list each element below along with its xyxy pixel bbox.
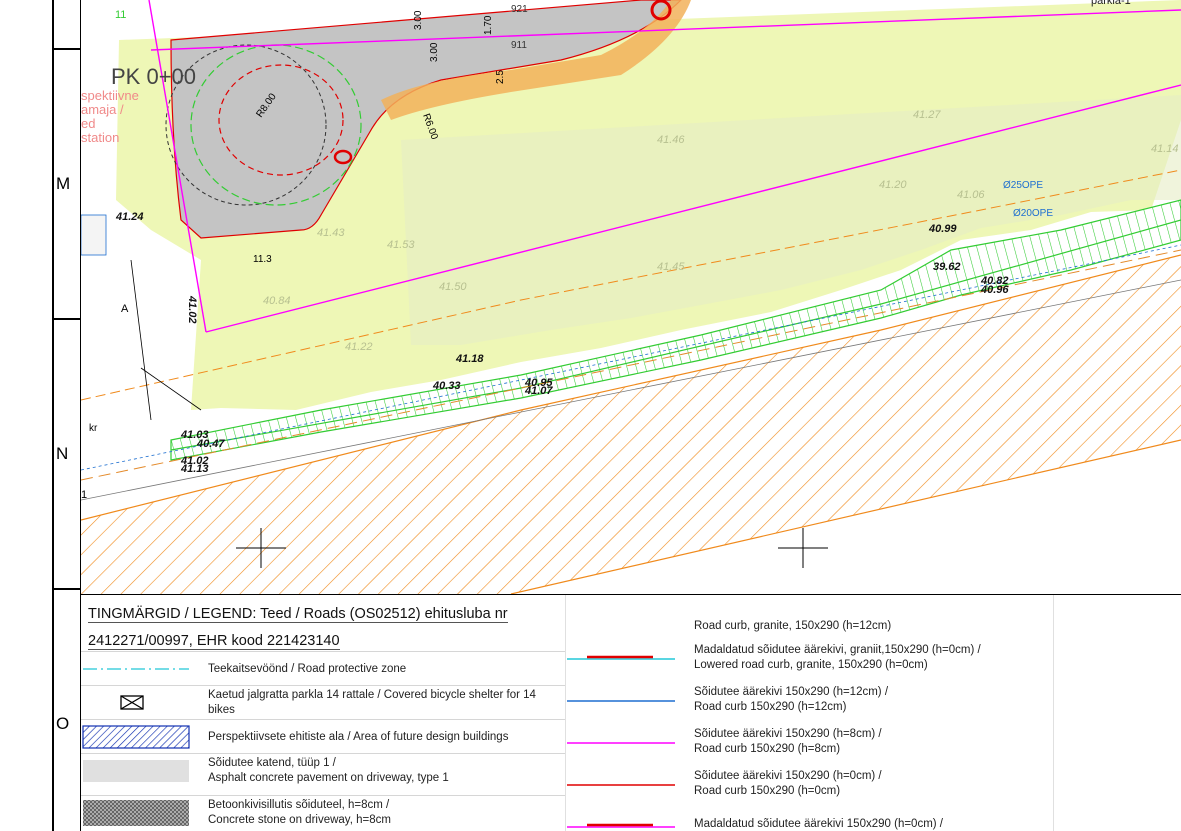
legend-item: Madaldatud sõidutee äärekivi, graniit,15… [565, 641, 1053, 675]
misc-label: 1 [81, 489, 87, 501]
grey-fill-box-icon [83, 760, 189, 782]
small-structure [81, 214, 107, 256]
ruler-tick [52, 318, 81, 320]
legend-item-text: Sõidutee äärekivi 150x290 (h=12cm) / Roa… [694, 686, 889, 713]
grid-ruler: M N O [0, 0, 81, 831]
legend-item: Sõidutee äärekivi 150x290 (h=12cm) / Roa… [565, 683, 1053, 717]
pipe-label: Ø20OPE [1013, 208, 1053, 219]
dim-label: 3.00 [413, 10, 424, 30]
legend-item: Sõidutee katend, tüüp 1 / Asphalt concre… [81, 753, 565, 787]
red-line-icon [567, 784, 675, 786]
legend-item-text: Teekaitsevöönd / Road protective zone [208, 662, 407, 675]
magenta-red-line-icon [567, 823, 675, 828]
faint-elevation: 41.06 [957, 189, 985, 201]
legend-item: Teekaitsevöönd / Road protective zone [81, 651, 565, 685]
misc-label: kr [89, 423, 98, 434]
elevation-label: 39.62 [933, 261, 961, 273]
faint-elevation: 41.43 [317, 227, 345, 239]
legend-item-text: Betoonkivisillutis sõiduteel, h=8cm / Co… [208, 799, 391, 826]
legend-divider [1053, 595, 1054, 831]
misc-label: 11 [115, 9, 126, 21]
contour-label: 911 [511, 40, 527, 51]
legend-item: Sõidutee äärekivi 150x290 (h=0cm) / Road… [565, 767, 1053, 801]
pipe-label: Ø25OPE [1003, 180, 1043, 191]
dim-label: 1.70 [483, 15, 494, 35]
legend-item: Sõidutee äärekivi 150x290 (h=8cm) / Road… [565, 725, 1053, 759]
faint-elevation: 40.84 [263, 295, 291, 307]
legend-item: Madaldatud sõidutee äärekivi 150x290 (h=… [565, 807, 1053, 831]
elevation-label: 41.24 [115, 211, 144, 223]
legend-title-line1: TINGMÄRGID / LEGEND: Teed / Roads (OS025… [88, 606, 508, 623]
legend-item: Road curb, granite, 150x290 (h=12cm) [565, 609, 1053, 643]
elevation-label: 41.02 [186, 295, 198, 324]
grid-letter-o: O [56, 714, 70, 733]
faded-label: ed [81, 116, 95, 131]
faint-elevation: 41.27 [913, 109, 941, 121]
blue-hatch-box-icon [82, 725, 190, 749]
crosshatch-box-icon [83, 800, 189, 826]
faint-elevation: 41.20 [879, 179, 907, 191]
grid-letter-n: N [56, 444, 69, 463]
faded-label: amaja / [81, 102, 124, 117]
station-label: PK 0+00 [111, 64, 196, 89]
drawing-sheet: M N O PK 0+00 parkla-1 spektiivne amaja … [0, 0, 1181, 831]
legend-item: Perspektiivsete ehitiste ala / Area of f… [81, 719, 565, 753]
dim-label: 3.00 [429, 42, 440, 62]
legend-title-line2: 2412271/00997, EHR kood 221423140 [88, 633, 340, 650]
blue-line-icon [567, 700, 675, 702]
faint-elevation: 41.53 [387, 239, 415, 251]
ruler-tick [52, 48, 81, 50]
project-label: parkla-1 [1091, 0, 1131, 7]
ruler-tick [52, 588, 81, 590]
legend: TINGMÄRGID / LEGEND: Teed / Roads (OS025… [81, 594, 1181, 831]
contour-label: 921 [511, 4, 528, 15]
faint-elevation: 41.50 [439, 281, 467, 293]
magenta-line-icon [567, 742, 675, 744]
elevation-label: 40.96 [980, 284, 1009, 296]
legend-item-text: Sõidutee äärekivi 150x290 (h=8cm) / Road… [694, 728, 882, 755]
faint-elevation: 41.22 [345, 341, 373, 353]
cyan-red-line-icon [567, 655, 675, 660]
plan-canvas: PK 0+00 parkla-1 spektiivne amaja / ed s… [81, 0, 1181, 594]
faded-label: station [81, 130, 119, 145]
legend-item-text: Madaldatud sõidutee äärekivi, graniit,15… [694, 644, 981, 671]
elevation-label: 40.33 [432, 380, 461, 392]
faint-elevation: 41.14 [1151, 143, 1179, 155]
cyan-dashdot-line-icon [83, 668, 189, 670]
faded-label: spektiivne [81, 88, 139, 103]
ruler-inner-line [52, 0, 54, 831]
legend-item-text: Sõidutee äärekivi 150x290 (h=0cm) / Road… [694, 770, 882, 797]
faint-elevation: 41.45 [657, 261, 685, 273]
elevation-label: 41.07 [524, 385, 553, 397]
faint-elevation: 41.46 [657, 134, 685, 146]
dim-label: 2.5 [495, 70, 506, 84]
legend-item-text: Road curb, granite, 150x290 (h=12cm) [694, 619, 892, 632]
bicycle-shelter-icon [120, 695, 144, 710]
legend-item: Betoonkivisillutis sõiduteel, h=8cm / Co… [81, 795, 565, 829]
survey-line [130, 259, 152, 421]
legend-item: Kaetud jalgratta parkla 14 rattale / Cov… [81, 685, 565, 719]
dim-label: 11.3 [253, 254, 272, 265]
legend-item-text: Perspektiivsete ehitiste ala / Area of f… [208, 730, 509, 743]
elevation-label: 40.99 [928, 223, 957, 235]
legend-title: TINGMÄRGID / LEGEND: Teed / Roads (OS025… [88, 601, 518, 655]
legend-item-text: Kaetud jalgratta parkla 14 rattale / Cov… [208, 689, 536, 716]
legend-item-text: Sõidutee katend, tüüp 1 / Asphalt concre… [208, 757, 449, 784]
elevation-label: 40.47 [196, 438, 225, 450]
misc-label: A [121, 303, 129, 315]
elevation-label: 41.18 [455, 353, 484, 365]
grid-letter-m: M [56, 174, 71, 193]
legend-item-text: Madaldatud sõidutee äärekivi 150x290 (h=… [694, 817, 943, 830]
site-plan: PK 0+00 parkla-1 spektiivne amaja / ed s… [81, 0, 1181, 594]
elevation-label: 41.13 [180, 463, 209, 475]
